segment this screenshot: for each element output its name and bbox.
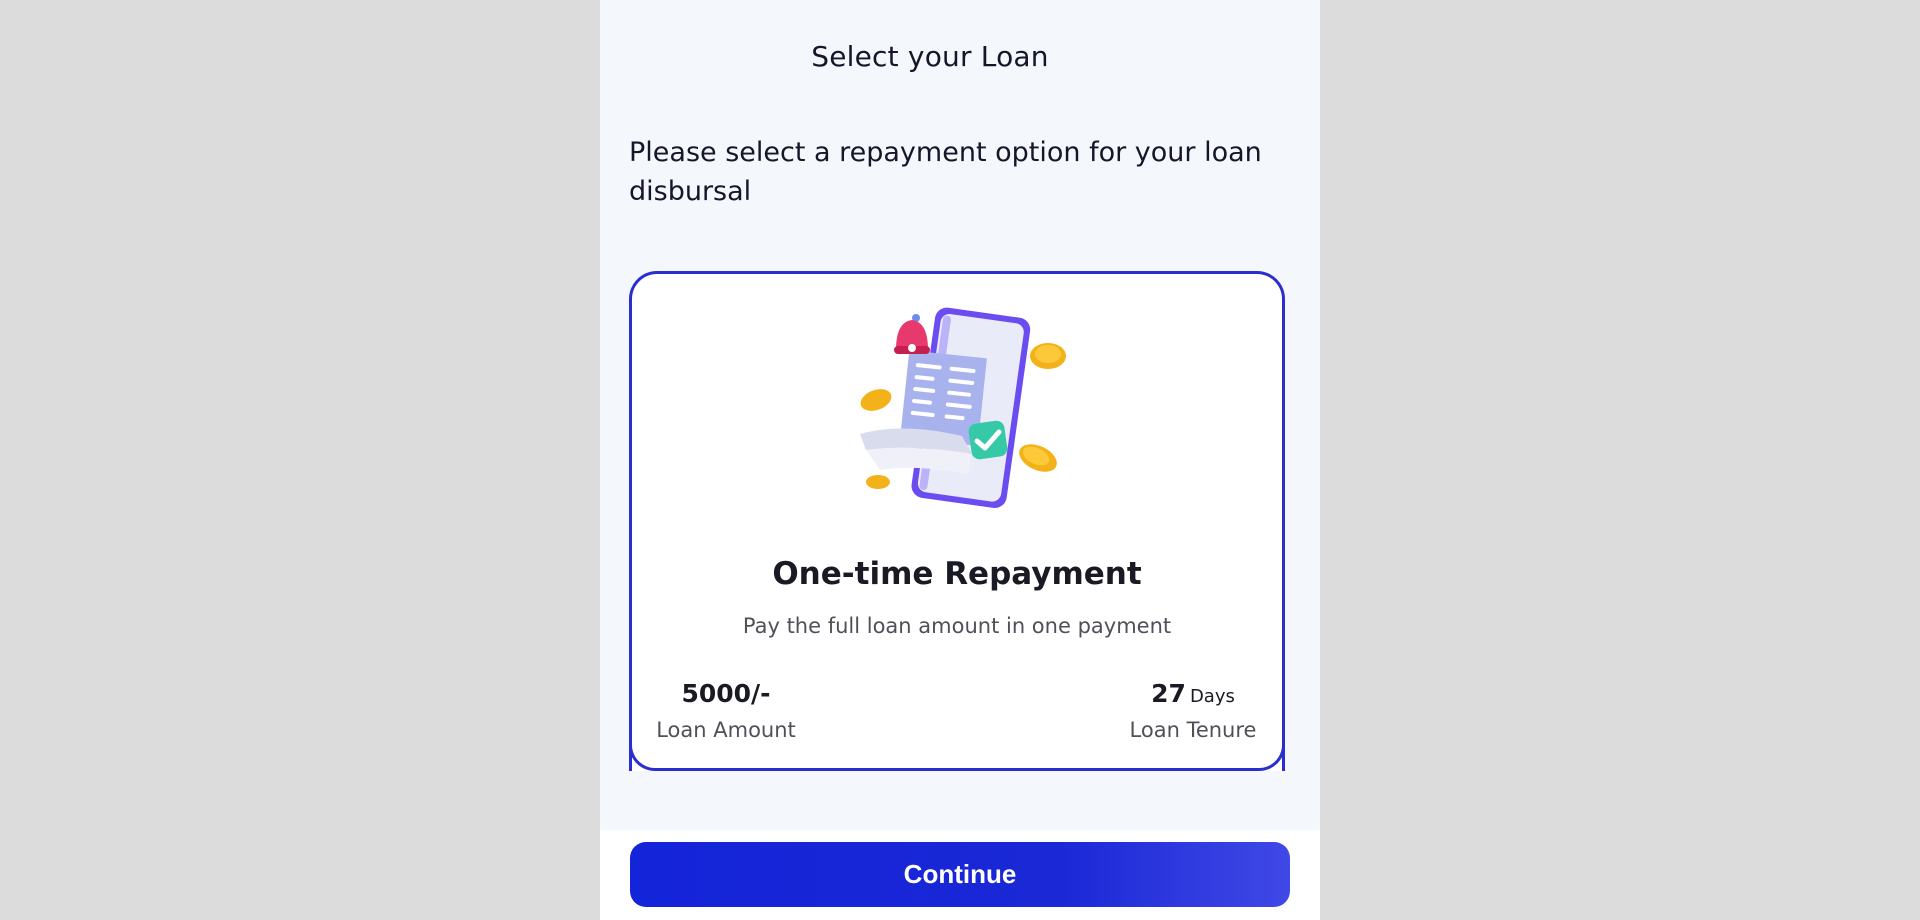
instruction-text: Please select a repayment option for you…	[629, 137, 1262, 207]
option-description: Pay the full loan amount in one payment	[742, 614, 1172, 638]
loan-amount-value: 5000/-	[681, 679, 771, 708]
page-title: Select your Loan	[811, 40, 1049, 73]
loan-tenure-label: Loan Tenure	[1129, 718, 1257, 742]
option-title: One-time Repayment	[772, 556, 1142, 592]
loan-tenure-stat: 27 Days Loan Tenure	[1127, 679, 1259, 742]
loan-amount-label: Loan Amount	[656, 718, 796, 742]
footer-bar: Continue	[600, 830, 1320, 920]
repayment-option-card[interactable]: One-time Repayment Pay the full loan amo…	[629, 271, 1285, 771]
loan-tenure-unit: Days	[1189, 686, 1235, 707]
app-screen: Select your Loan Please select a repayme…	[600, 0, 1320, 920]
phone-bill-coins-illustration-icon	[860, 307, 1066, 508]
loan-tenure-value-row: 27 Days	[1127, 679, 1259, 708]
loan-tenure-value: 27	[1151, 679, 1186, 708]
loan-amount-stat: 5000/- Loan Amount	[655, 679, 797, 742]
continue-button[interactable]: Continue	[630, 842, 1290, 907]
